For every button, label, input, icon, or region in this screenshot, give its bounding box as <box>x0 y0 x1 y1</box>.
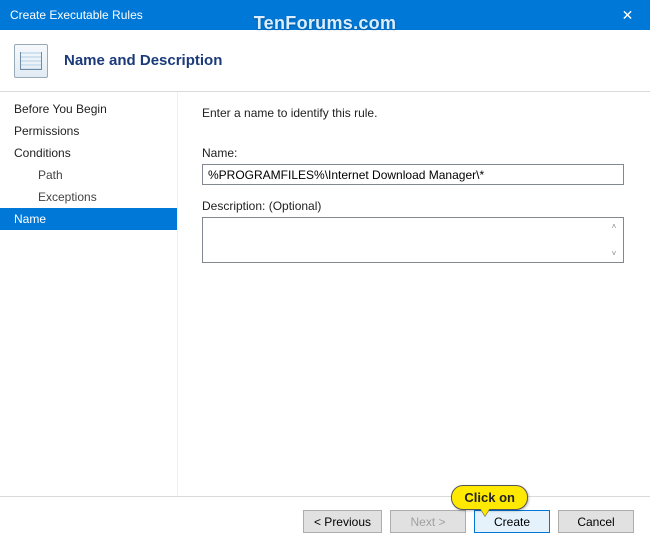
callout-text: Click on <box>464 490 515 505</box>
textarea-scroll-icon: ˄˅ <box>607 218 621 262</box>
sidebar-item-path[interactable]: Path <box>0 164 177 186</box>
name-label: Name: <box>202 146 624 160</box>
wizard-header: Name and Description <box>0 30 650 92</box>
annotation-callout: Click on <box>451 485 528 510</box>
close-icon[interactable]: ✕ <box>605 0 650 30</box>
description-textarea[interactable] <box>203 218 607 262</box>
cancel-button[interactable]: Cancel <box>558 510 634 533</box>
wizard-header-icon <box>14 44 48 78</box>
instruction-text: Enter a name to identify this rule. <box>202 106 624 120</box>
wizard-steps-sidebar: Before You Begin Permissions Conditions … <box>0 92 178 496</box>
description-label: Description: (Optional) <box>202 199 624 213</box>
page-title: Name and Description <box>64 52 222 69</box>
titlebar: Create Executable Rules ✕ <box>0 0 650 30</box>
name-input[interactable] <box>202 164 624 185</box>
sidebar-item-permissions[interactable]: Permissions <box>0 120 177 142</box>
window-title: Create Executable Rules <box>10 8 143 22</box>
wizard-footer: Click on < Previous Next > Create Cancel <box>0 496 650 546</box>
previous-button[interactable]: < Previous <box>303 510 382 533</box>
sidebar-item-exceptions[interactable]: Exceptions <box>0 186 177 208</box>
next-button: Next > <box>390 510 466 533</box>
sidebar-item-before-you-begin[interactable]: Before You Begin <box>0 98 177 120</box>
sidebar-item-conditions[interactable]: Conditions <box>0 142 177 164</box>
sidebar-item-name[interactable]: Name <box>0 208 177 230</box>
wizard-content: Enter a name to identify this rule. Name… <box>178 92 650 496</box>
